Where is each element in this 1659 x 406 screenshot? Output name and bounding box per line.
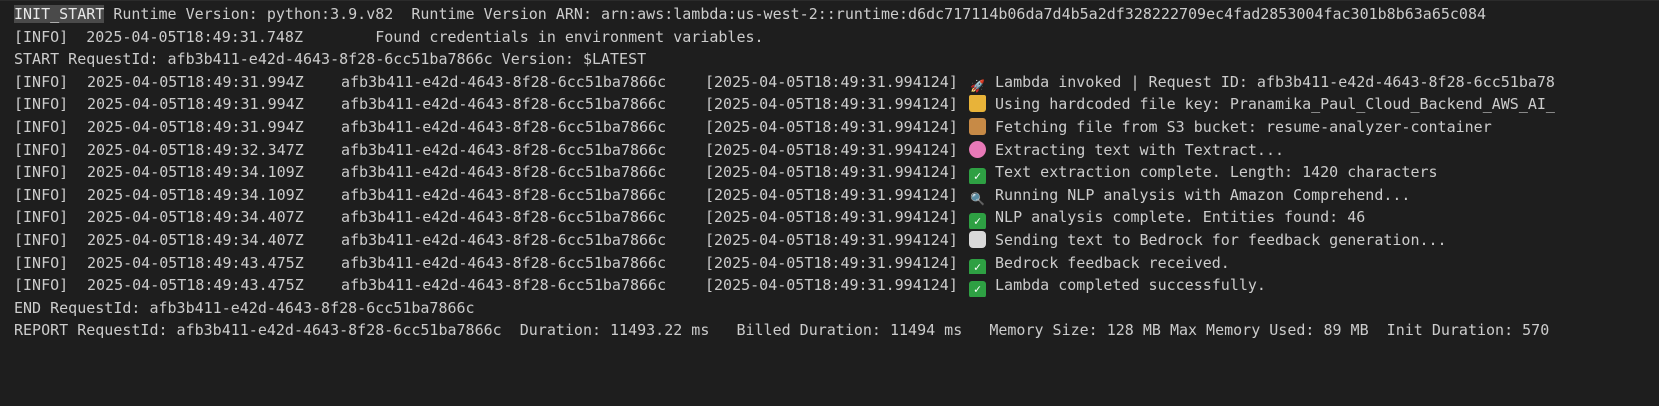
log-request-id: afb3b411-e42d-4643-8f28-6cc51ba7866c — [341, 276, 667, 295]
log-request-id: afb3b411-e42d-4643-8f28-6cc51ba7866c — [341, 140, 667, 159]
log-time: 2025-04-05T18:49:43.475Z — [87, 276, 304, 295]
log-timestamp: [2025-04-05T18:49:31.994124] — [705, 95, 958, 114]
package-icon — [969, 117, 986, 135]
log-time: 2025-04-05T18:49:34.407Z — [87, 208, 304, 227]
log-line-text: Runtime Version: python:3.9.v82 Runtime … — [104, 5, 1487, 23]
log-level: [INFO] — [14, 276, 69, 295]
log-request-id: afb3b411-e42d-4643-8f28-6cc51ba7866c — [341, 230, 667, 249]
log-request-id: afb3b411-e42d-4643-8f28-6cc51ba7866c — [341, 95, 667, 114]
log-message: Fetching file from S3 bucket: resume-ana… — [995, 117, 1492, 136]
check-icon: ✓ — [969, 258, 986, 275]
log-timestamp: [2025-04-05T18:49:31.994124] — [705, 230, 958, 249]
log-message: Bedrock feedback received. — [995, 253, 1230, 272]
log-row: [INFO] 2025-04-05T18:49:43.475Z afb3b411-e… — [14, 274, 1659, 297]
log-level: [INFO] — [14, 208, 69, 227]
log-message: Running NLP analysis with Amazon Compreh… — [995, 185, 1411, 204]
log-row: [INFO] 2025-04-05T18:49:32.347Z afb3b411-e… — [14, 139, 1659, 162]
log-row: [INFO] 2025-04-05T18:49:34.407Z afb3b411-e… — [14, 206, 1659, 229]
selected-text-highlight[interactable]: INIT_START — [14, 5, 105, 23]
log-line-credentials: [INFO] 2025-04-05T18:49:31.748Z Found cr… — [14, 27, 764, 46]
log-row: [INFO] 2025-04-05T18:49:31.994Z afb3b411-e… — [14, 71, 1659, 94]
log-level: [INFO] — [14, 185, 69, 204]
log-time: 2025-04-05T18:49:43.475Z — [87, 253, 304, 272]
rocket-icon: 🚀 — [970, 78, 985, 93]
log-line-report: REPORT RequestId: afb3b411-e42d-4643-8f2… — [14, 321, 1550, 340]
folder-icon — [969, 95, 986, 113]
log-message: Lambda invoked | Request ID: afb3b411-e4… — [995, 72, 1555, 91]
log-time: 2025-04-05T18:49:34.109Z — [87, 185, 304, 204]
log-message: Text extraction complete. Length: 1420 c… — [995, 163, 1438, 182]
log-level: [INFO] — [14, 253, 69, 272]
log-level: [INFO] — [14, 72, 69, 91]
log-message: Extracting text with Textract... — [995, 140, 1285, 159]
log-row: [INFO] 2025-04-05T18:49:43.475Z afb3b411-e… — [14, 252, 1659, 275]
check-icon: ✓ — [969, 168, 986, 184]
log-level: [INFO] — [14, 95, 69, 114]
log-request-id: afb3b411-e42d-4643-8f28-6cc51ba7866c — [341, 163, 667, 182]
check-icon: ✓ — [969, 213, 986, 229]
log-row: [INFO] 2025-04-05T18:49:34.109Z afb3b411-e… — [14, 161, 1659, 184]
log-timestamp: [2025-04-05T18:49:31.994124] — [705, 117, 958, 136]
log-timestamp: [2025-04-05T18:49:31.994124] — [705, 72, 958, 91]
log-request-id: afb3b411-e42d-4643-8f28-6cc51ba7866c — [341, 72, 667, 91]
log-message: Using hardcoded file key: Pranamika_Paul… — [995, 95, 1555, 114]
log-timestamp: [2025-04-05T18:49:31.994124] — [705, 208, 958, 227]
log-timestamp: [2025-04-05T18:49:31.994124] — [705, 140, 958, 159]
log-message: NLP analysis complete. Entities found: 4… — [995, 208, 1366, 227]
magnifier-icon: 🔍 — [970, 191, 985, 206]
log-timestamp: [2025-04-05T18:49:31.994124] — [705, 163, 958, 182]
log-row: [INFO] 2025-04-05T18:49:34.109Z afb3b411-e… — [14, 184, 1659, 207]
log-timestamp: [2025-04-05T18:49:31.994124] — [705, 276, 958, 295]
log-timestamp: [2025-04-05T18:49:31.994124] — [705, 185, 958, 204]
log-rows: [INFO] 2025-04-05T18:49:31.994Z afb3b411-e… — [14, 71, 1659, 297]
log-time: 2025-04-05T18:49:31.994Z — [87, 95, 304, 114]
log-time: 2025-04-05T18:49:34.407Z — [87, 230, 304, 249]
log-line-end: END RequestId: afb3b411-e42d-4643-8f28-6… — [14, 298, 475, 317]
terminal-output[interactable]: INIT_START Runtime Version: python:3.9.v… — [14, 3, 1659, 406]
brain-icon — [969, 140, 986, 158]
log-request-id: afb3b411-e42d-4643-8f28-6cc51ba7866c — [341, 208, 667, 227]
log-time: 2025-04-05T18:49:31.994Z — [87, 117, 304, 136]
terminal-top-border — [0, 0, 1659, 1]
log-line-init-start: INIT_START Runtime Version: python:3.9.v… — [14, 3, 1659, 26]
log-level: [INFO] — [14, 230, 69, 249]
log-request-id: afb3b411-e42d-4643-8f28-6cc51ba7866c — [341, 253, 667, 272]
log-row: [INFO] 2025-04-05T18:49:31.994Z afb3b411-e… — [14, 93, 1659, 116]
log-time: 2025-04-05T18:49:31.994Z — [87, 72, 304, 91]
log-row: [INFO] 2025-04-05T18:49:31.994Z afb3b411-e… — [14, 116, 1659, 139]
log-request-id: afb3b411-e42d-4643-8f28-6cc51ba7866c — [341, 117, 667, 136]
log-message: Sending text to Bedrock for feedback gen… — [995, 230, 1447, 249]
log-time: 2025-04-05T18:49:32.347Z — [87, 140, 304, 159]
log-level: [INFO] — [14, 117, 69, 136]
log-level: [INFO] — [14, 140, 69, 159]
log-message: Lambda completed successfully. — [995, 276, 1266, 295]
log-level: [INFO] — [14, 163, 69, 182]
robot-icon — [969, 230, 986, 248]
check-icon: ✓ — [969, 281, 986, 297]
log-line-start: START RequestId: afb3b411-e42d-4643-8f28… — [14, 50, 647, 69]
log-time: 2025-04-05T18:49:34.109Z — [87, 163, 304, 182]
log-timestamp: [2025-04-05T18:49:31.994124] — [705, 253, 958, 272]
log-row: [INFO] 2025-04-05T18:49:34.407Z afb3b411-e… — [14, 229, 1659, 252]
log-request-id: afb3b411-e42d-4643-8f28-6cc51ba7866c — [341, 185, 667, 204]
